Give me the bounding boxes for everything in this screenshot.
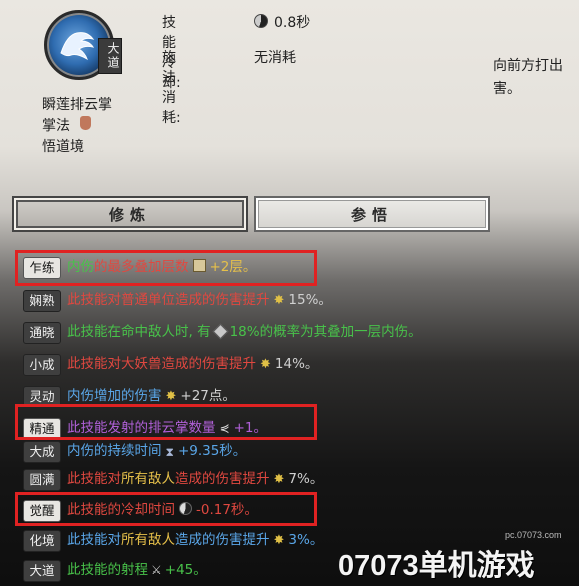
gem-icon [212,323,228,340]
row-text: 此技能对 [67,532,121,548]
tab-cultivate[interactable]: 修炼 [12,196,248,232]
sun-icon: ✸ [273,293,285,308]
hourglass-icon: ⧗ [165,445,174,459]
row-text: 造成的伤害提升 [175,532,270,548]
tier-tag: 通晓 [23,322,61,344]
skill-type: 掌法 [42,118,70,134]
tier-tag: 大道 [23,560,61,582]
row-value: +27点。 [180,388,236,404]
row-value: 14%。 [274,356,319,372]
row-text: 造成的伤害提升 [175,471,270,487]
row-text: 内伤增加的伤害 [67,388,162,404]
tier-tag: 圆满 [23,469,61,491]
row-text: 此技能对普通单位造成的伤害提升 [67,292,270,308]
skill-realm: 悟道境 [42,139,84,155]
sun-icon: ✸ [273,472,285,487]
clock-icon [254,14,268,28]
row-value: 7%。 [288,471,324,487]
row-value: +9.35秒。 [177,443,247,459]
row-text: 此技能对 [67,471,121,487]
highlight-box [15,492,317,526]
row-text: 此技能对大妖兽造成的伤害提升 [67,356,256,372]
cost-label: 施法消耗: [162,50,181,126]
sun-icon: ✸ [260,357,271,372]
row-value: +45。 [164,562,207,578]
tier-tag: 娴熟 [23,290,61,312]
tier-tag: 大成 [23,441,61,463]
row-text: 此技能在命中敌人时, 有 [67,324,211,340]
row-value: 18%的概率为其叠加一层内伤。 [229,324,422,340]
palm-type-icon [80,116,91,130]
skill-description: 向前方打出害。 [493,58,563,97]
tier-tag: 化境 [23,530,61,552]
cost-value: 无消耗 [254,50,296,66]
row-value: 15%。 [288,292,332,308]
crossed-swords-icon: ⚔ [151,563,162,577]
row-text: 内伤的持续时间 [67,443,162,459]
row-text: 此技能的射程 [67,562,148,578]
tier-tag: 小成 [23,354,61,376]
row-keyword: 所有敌人 [121,532,175,548]
skill-name: 瞬莲排云掌 [42,97,112,113]
cooldown-value: 0.8秒 [274,15,311,31]
highlight-box [15,250,317,286]
row-value: 3%。 [288,532,324,548]
grade-badge: 大道 [98,38,122,74]
watermark-url: pc.07073.com [505,530,562,540]
row-keyword: 所有敌人 [121,471,175,487]
tab-comprehend[interactable]: 参悟 [254,196,490,232]
sun-icon: ✸ [273,533,285,548]
highlight-box [15,404,317,440]
watermark-logo: 07073单机游戏 [338,550,535,582]
